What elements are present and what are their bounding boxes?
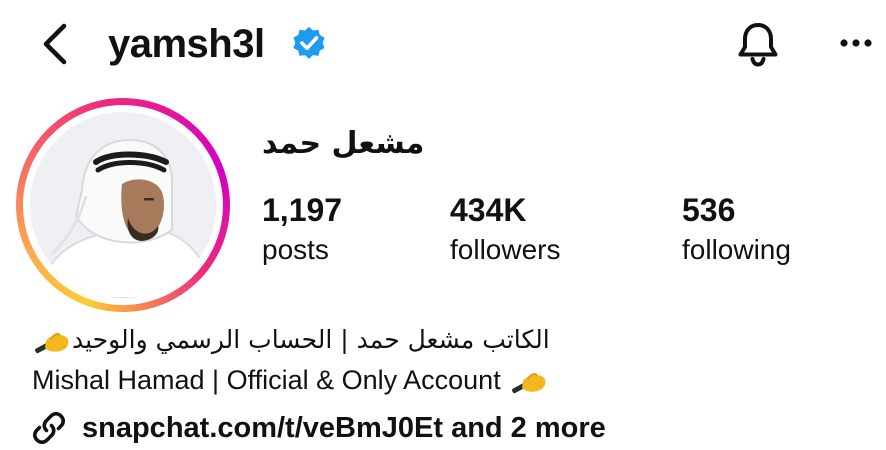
bell-icon	[738, 23, 778, 67]
stat-followers[interactable]: 434K followers	[450, 190, 560, 268]
stat-posts-value: 1,197	[262, 192, 343, 228]
bio-line-english: Mishal Hamad | Official & Only Account	[32, 362, 549, 398]
more-horizontal-icon	[840, 39, 872, 47]
stat-posts-label: posts	[262, 234, 329, 265]
profile-display-name: مشعل حمد	[262, 126, 425, 161]
bio-line-arabic: الكاتب مشعل حمد | الحساب الرسمي والوحيد	[32, 322, 550, 358]
profile-username: yamsh3l	[108, 22, 265, 66]
stat-followers-label: followers	[450, 234, 561, 265]
writing-hand-emoji	[509, 365, 549, 395]
stat-following-value: 536	[682, 192, 736, 228]
more-options-button[interactable]	[834, 28, 878, 58]
back-button[interactable]	[30, 16, 80, 72]
stat-following-label: following	[682, 234, 791, 265]
stat-posts[interactable]: 1,197 posts	[262, 190, 342, 268]
profile-avatar	[30, 112, 216, 298]
chevron-left-icon	[43, 23, 67, 65]
verified-badge-icon	[290, 24, 328, 62]
writing-hand-emoji	[32, 325, 72, 355]
stat-followers-value: 434K	[450, 192, 527, 228]
bio-english-text: Mishal Hamad | Official & Only Account	[32, 365, 501, 395]
stat-following[interactable]: 536 following	[682, 190, 791, 268]
bio-link-text: snapchat.com/t/veBmJ0Et and 2 more	[82, 412, 606, 444]
bio-arabic-text: الكاتب مشعل حمد | الحساب الرسمي والوحيد	[72, 325, 550, 354]
link-icon	[32, 411, 66, 445]
story-ring[interactable]	[16, 98, 230, 312]
notifications-button[interactable]	[730, 16, 786, 72]
bio-link[interactable]: snapchat.com/t/veBmJ0Et and 2 more	[30, 408, 606, 448]
